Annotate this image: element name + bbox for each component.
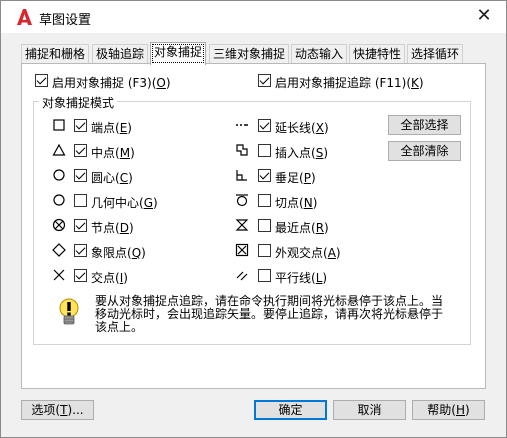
- parallel-label[interactable]: 平行线(L): [275, 269, 327, 286]
- parallel-icon: [236, 271, 248, 281]
- snap-modes-group-title: 对象捕捉模式: [39, 94, 118, 111]
- insertion-checkbox[interactable]: [258, 144, 271, 157]
- ok-button[interactable]: 确定: [254, 400, 327, 420]
- tab-selection-cycling[interactable]: 选择循环: [407, 44, 464, 64]
- apparent-intersection-checkbox[interactable]: [258, 244, 271, 257]
- tab-dynamic-input[interactable]: 动态输入: [291, 44, 348, 64]
- apparent-intersection-label[interactable]: 外观交点(A): [275, 244, 341, 261]
- endpoint-label[interactable]: 端点(E): [91, 119, 132, 136]
- tab-polar-tracking[interactable]: 极轴追踪: [92, 44, 149, 64]
- center-checkbox[interactable]: [74, 169, 87, 182]
- title-bar: 草图设置 ✕: [1, 1, 506, 33]
- perpendicular-icon: [236, 170, 247, 181]
- quadrant-icon: [52, 243, 66, 257]
- intersection-icon: [53, 269, 65, 281]
- perpendicular-checkbox[interactable]: [258, 169, 271, 182]
- nearest-checkbox[interactable]: [258, 219, 271, 232]
- drafting-settings-dialog: 草图设置 ✕ 捕捉和栅格 极轴追踪 对象捕捉 三维对象捕捉 动态输入 快捷特性 …: [0, 0, 507, 438]
- clear-all-button[interactable]: 全部清除: [388, 141, 461, 161]
- window-title: 草图设置: [39, 13, 92, 28]
- lightbulb-icon: [59, 298, 79, 325]
- insertion-label[interactable]: 插入点(S): [275, 144, 328, 161]
- quadrant-label[interactable]: 象限点(Q): [91, 244, 146, 261]
- cancel-button[interactable]: 取消: [333, 400, 406, 420]
- tab-snap-grid[interactable]: 捕捉和栅格: [21, 44, 90, 64]
- close-button[interactable]: ✕: [462, 1, 506, 33]
- geometric-center-label[interactable]: 几何中心(G): [91, 194, 158, 211]
- tangent-checkbox[interactable]: [258, 194, 271, 207]
- extension-checkbox[interactable]: [258, 119, 271, 132]
- select-all-button[interactable]: 全部选择: [388, 115, 461, 135]
- enable-osnap-tracking-checkbox[interactable]: [258, 74, 271, 87]
- enable-osnap-tracking-label[interactable]: 启用对象捕捉追踪 (F11)(K): [275, 74, 424, 91]
- apparent-intersection-icon: [235, 243, 249, 257]
- extension-label[interactable]: 延长线(X): [275, 119, 329, 136]
- tangent-icon: [236, 194, 248, 207]
- close-icon: ✕: [476, 5, 492, 26]
- geometric-center-icon: [53, 194, 65, 206]
- enable-osnap-checkbox[interactable]: [35, 74, 48, 87]
- endpoint-icon: [53, 119, 65, 131]
- tangent-label[interactable]: 切点(N): [275, 194, 317, 211]
- endpoint-checkbox[interactable]: [74, 119, 87, 132]
- help-button[interactable]: 帮助(H): [412, 400, 485, 420]
- node-icon: [52, 218, 66, 232]
- node-label[interactable]: 节点(D): [91, 219, 134, 236]
- perpendicular-label[interactable]: 垂足(P): [275, 169, 316, 186]
- tracking-hint-text: 要从对象捕捉点追踪，请在命令执行期间将光标悬停于该点上。当移动光标时，会出现追踪…: [95, 294, 444, 334]
- insertion-icon: [236, 144, 248, 156]
- midpoint-checkbox[interactable]: [74, 144, 87, 157]
- tab-quick-properties[interactable]: 快捷特性: [349, 44, 406, 64]
- midpoint-label[interactable]: 中点(M): [91, 144, 135, 161]
- autocad-logo-icon: [15, 8, 33, 26]
- nearest-label[interactable]: 最近点(R): [275, 219, 329, 236]
- geometric-center-checkbox[interactable]: [74, 194, 87, 207]
- tab-3d-object-snap[interactable]: 三维对象捕捉: [209, 44, 290, 64]
- tab-object-snap[interactable]: 对象捕捉: [150, 42, 207, 65]
- parallel-checkbox[interactable]: [258, 269, 271, 282]
- extension-icon: [236, 124, 248, 126]
- enable-osnap-label[interactable]: 启用对象捕捉 (F3)(O): [52, 74, 171, 91]
- intersection-checkbox[interactable]: [74, 269, 87, 282]
- center-icon: [53, 169, 65, 181]
- quadrant-checkbox[interactable]: [74, 244, 87, 257]
- center-label[interactable]: 圆心(C): [91, 169, 133, 186]
- midpoint-icon: [52, 143, 66, 156]
- nearest-icon: [235, 219, 249, 231]
- intersection-label[interactable]: 交点(I): [91, 269, 128, 286]
- options-button[interactable]: 选项(T)...: [21, 400, 94, 420]
- node-checkbox[interactable]: [74, 219, 87, 232]
